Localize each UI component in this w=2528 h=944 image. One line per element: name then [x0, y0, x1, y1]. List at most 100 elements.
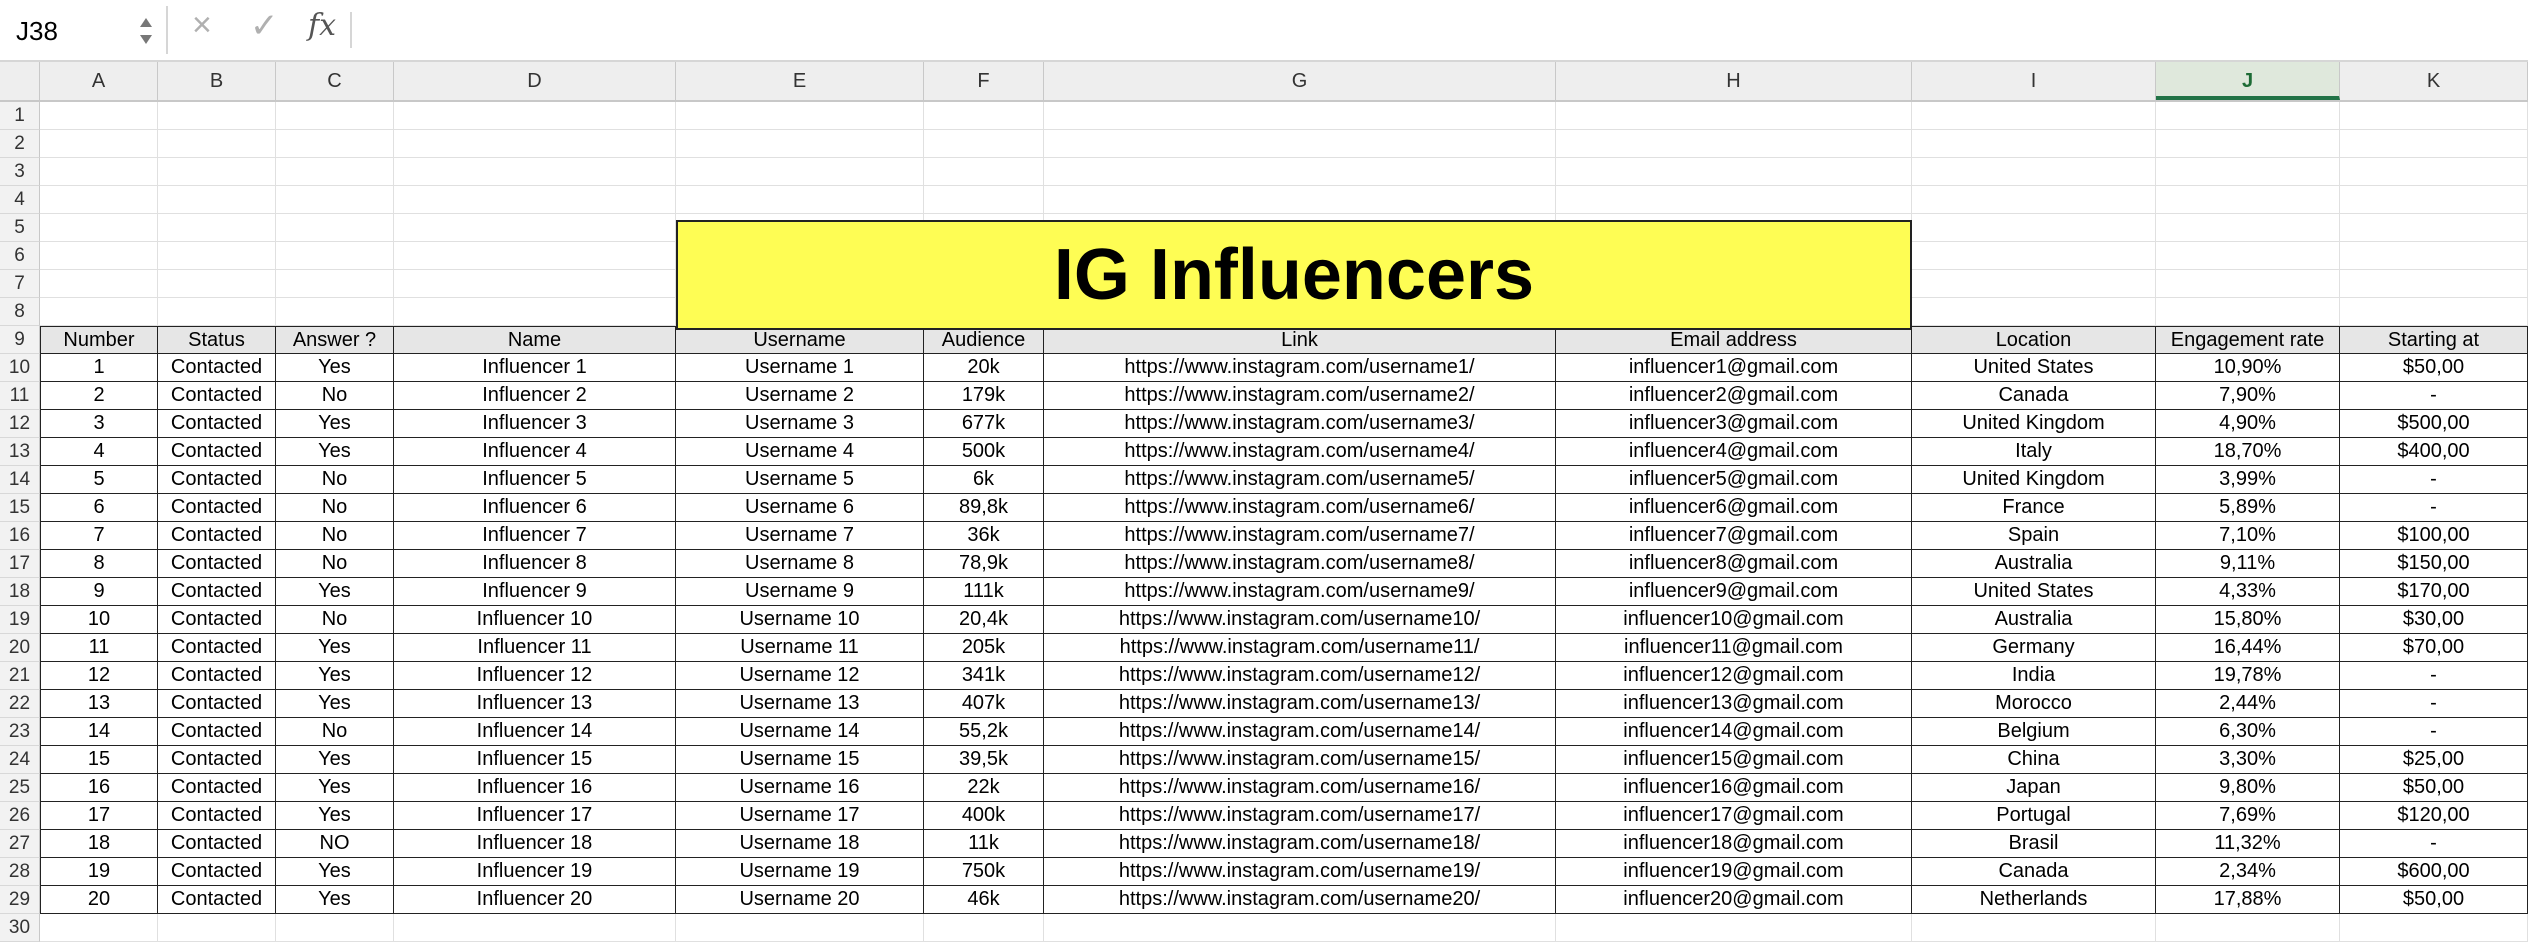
empty-cell[interactable] — [158, 158, 276, 186]
name-box-stepper-icon[interactable] — [136, 14, 156, 48]
table-header-cell[interactable]: Email address — [1556, 326, 1912, 354]
table-cell[interactable]: $170,00 — [2340, 578, 2528, 606]
table-cell[interactable]: Username 3 — [676, 410, 924, 438]
empty-cell[interactable] — [1044, 914, 1556, 942]
empty-cell[interactable] — [676, 158, 924, 186]
table-cell[interactable]: 8 — [40, 550, 158, 578]
table-cell[interactable]: 500k — [924, 438, 1044, 466]
row-header[interactable]: 7 — [0, 270, 40, 298]
empty-cell[interactable] — [158, 298, 276, 326]
table-cell[interactable]: 3,99% — [2156, 466, 2340, 494]
empty-cell[interactable] — [158, 186, 276, 214]
sheet-title[interactable]: IG Influencers — [676, 220, 1912, 330]
empty-cell[interactable] — [158, 130, 276, 158]
table-cell[interactable]: 46k — [924, 886, 1044, 914]
table-cell[interactable]: Yes — [276, 410, 394, 438]
table-cell[interactable]: influencer2@gmail.com — [1556, 382, 1912, 410]
table-cell[interactable]: Contacted — [158, 886, 276, 914]
column-header-c[interactable]: C — [276, 62, 394, 100]
table-cell[interactable]: https://www.instagram.com/username8/ — [1044, 550, 1556, 578]
row-header[interactable]: 4 — [0, 186, 40, 214]
empty-cell[interactable] — [2156, 914, 2340, 942]
table-cell[interactable]: Yes — [276, 886, 394, 914]
empty-cell[interactable] — [394, 914, 676, 942]
table-cell[interactable]: https://www.instagram.com/username11/ — [1044, 634, 1556, 662]
table-cell[interactable]: $600,00 — [2340, 858, 2528, 886]
table-cell[interactable]: Influencer 5 — [394, 466, 676, 494]
table-cell[interactable]: https://www.instagram.com/username20/ — [1044, 886, 1556, 914]
empty-cell[interactable] — [394, 186, 676, 214]
empty-cell[interactable] — [276, 270, 394, 298]
table-cell[interactable]: 18,70% — [2156, 438, 2340, 466]
cancel-icon[interactable]: × — [192, 6, 212, 45]
empty-cell[interactable] — [276, 242, 394, 270]
table-cell[interactable]: Belgium — [1912, 718, 2156, 746]
table-cell[interactable]: 10 — [40, 606, 158, 634]
row-header[interactable]: 11 — [0, 382, 40, 410]
empty-cell[interactable] — [2156, 270, 2340, 298]
row-header[interactable]: 8 — [0, 298, 40, 326]
table-cell[interactable]: 6k — [924, 466, 1044, 494]
table-cell[interactable]: $70,00 — [2340, 634, 2528, 662]
table-cell[interactable]: France — [1912, 494, 2156, 522]
table-cell[interactable]: https://www.instagram.com/username4/ — [1044, 438, 1556, 466]
table-header-cell[interactable]: Name — [394, 326, 676, 354]
table-cell[interactable]: https://www.instagram.com/username10/ — [1044, 606, 1556, 634]
empty-cell[interactable] — [1912, 158, 2156, 186]
table-cell[interactable]: $50,00 — [2340, 774, 2528, 802]
table-cell[interactable]: 7,10% — [2156, 522, 2340, 550]
table-cell[interactable]: 4 — [40, 438, 158, 466]
table-cell[interactable]: Contacted — [158, 718, 276, 746]
table-cell[interactable]: 2,34% — [2156, 858, 2340, 886]
table-cell[interactable]: Influencer 7 — [394, 522, 676, 550]
empty-cell[interactable] — [40, 242, 158, 270]
empty-cell[interactable] — [276, 158, 394, 186]
table-cell[interactable]: Contacted — [158, 522, 276, 550]
empty-cell[interactable] — [2340, 186, 2528, 214]
row-header[interactable]: 19 — [0, 606, 40, 634]
table-cell[interactable]: 12 — [40, 662, 158, 690]
table-cell[interactable]: Yes — [276, 438, 394, 466]
table-cell[interactable]: Username 11 — [676, 634, 924, 662]
table-cell[interactable]: 7,69% — [2156, 802, 2340, 830]
table-header-cell[interactable]: Link — [1044, 326, 1556, 354]
table-cell[interactable]: 18 — [40, 830, 158, 858]
table-cell[interactable]: $400,00 — [2340, 438, 2528, 466]
empty-cell[interactable] — [1556, 102, 1912, 130]
table-cell[interactable]: influencer7@gmail.com — [1556, 522, 1912, 550]
empty-cell[interactable] — [1912, 130, 2156, 158]
empty-cell[interactable] — [394, 270, 676, 298]
empty-cell[interactable] — [40, 130, 158, 158]
table-cell[interactable]: India — [1912, 662, 2156, 690]
row-header[interactable]: 29 — [0, 886, 40, 914]
table-cell[interactable]: United Kingdom — [1912, 410, 2156, 438]
table-cell[interactable]: 4,90% — [2156, 410, 2340, 438]
empty-cell[interactable] — [40, 186, 158, 214]
table-cell[interactable]: 3 — [40, 410, 158, 438]
empty-cell[interactable] — [1556, 130, 1912, 158]
table-cell[interactable]: 20,4k — [924, 606, 1044, 634]
table-cell[interactable]: Yes — [276, 662, 394, 690]
empty-cell[interactable] — [2156, 298, 2340, 326]
row-header[interactable]: 20 — [0, 634, 40, 662]
empty-cell[interactable] — [2156, 186, 2340, 214]
table-cell[interactable]: 341k — [924, 662, 1044, 690]
table-cell[interactable]: Influencer 11 — [394, 634, 676, 662]
table-cell[interactable]: Influencer 9 — [394, 578, 676, 606]
empty-cell[interactable] — [40, 298, 158, 326]
row-header[interactable]: 26 — [0, 802, 40, 830]
row-header[interactable]: 15 — [0, 494, 40, 522]
table-cell[interactable]: https://www.instagram.com/username6/ — [1044, 494, 1556, 522]
table-cell[interactable]: https://www.instagram.com/username1/ — [1044, 354, 1556, 382]
empty-cell[interactable] — [924, 102, 1044, 130]
table-cell[interactable]: Influencer 15 — [394, 746, 676, 774]
table-cell[interactable]: $25,00 — [2340, 746, 2528, 774]
row-header[interactable]: 24 — [0, 746, 40, 774]
table-cell[interactable]: - — [2340, 718, 2528, 746]
row-header[interactable]: 18 — [0, 578, 40, 606]
empty-cell[interactable] — [2340, 298, 2528, 326]
row-header[interactable]: 13 — [0, 438, 40, 466]
table-cell[interactable]: Yes — [276, 802, 394, 830]
table-cell[interactable]: $50,00 — [2340, 886, 2528, 914]
table-cell[interactable]: https://www.instagram.com/username18/ — [1044, 830, 1556, 858]
